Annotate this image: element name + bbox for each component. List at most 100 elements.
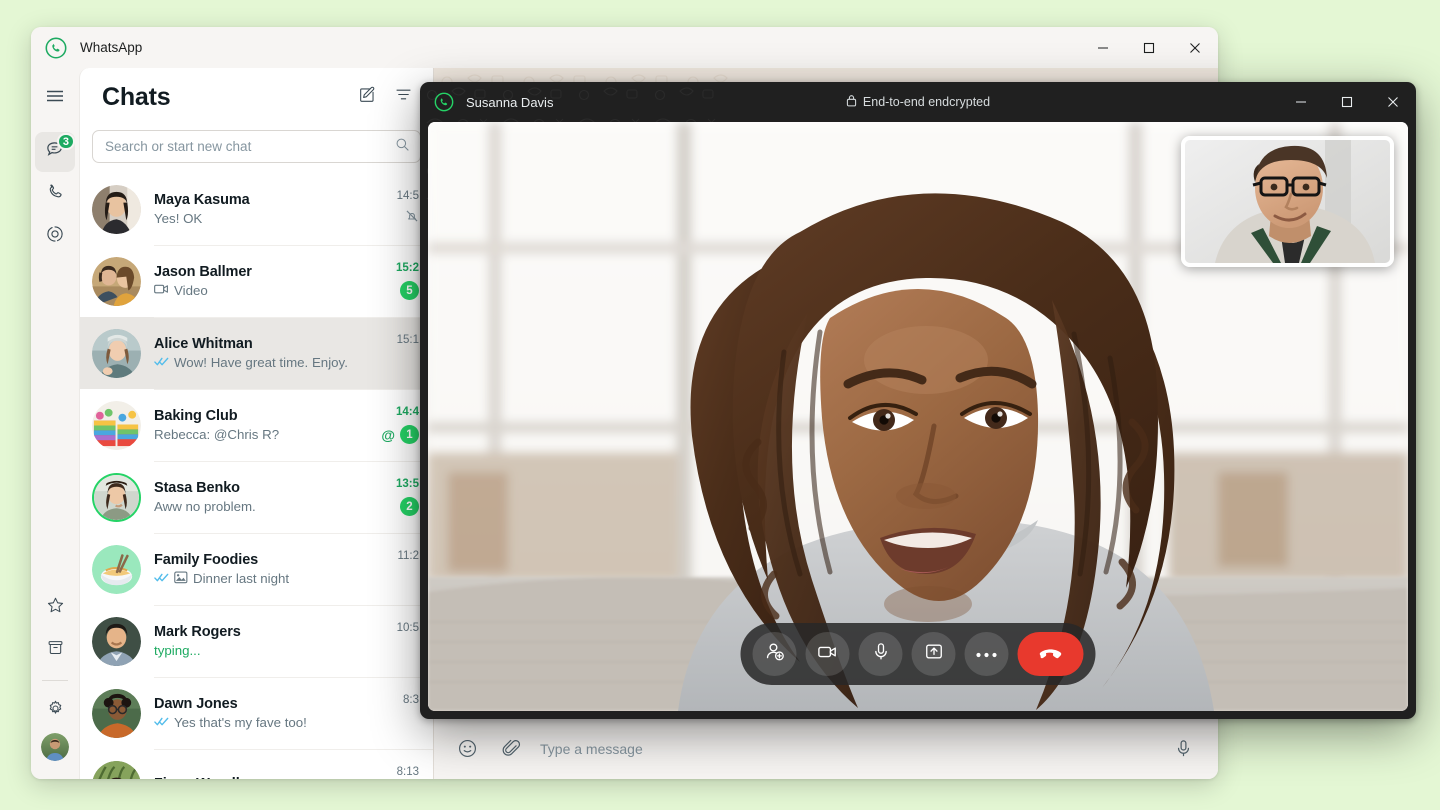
chat-list-item[interactable]: Ziggy Woodley 8:13 [80, 749, 433, 779]
avatar [92, 688, 141, 738]
message-input[interactable] [540, 740, 1154, 757]
star-icon [46, 596, 65, 620]
unread-count-badge: 5 [400, 281, 419, 300]
whatsapp-logo-icon [45, 37, 67, 59]
rail-item-chats[interactable]: 3 [35, 132, 75, 172]
paperclip-attach-icon[interactable] [496, 734, 526, 764]
unread-count-badge: 1 [400, 425, 419, 444]
search-input[interactable] [105, 139, 395, 154]
screen: WhatsApp 3 Chats Search or start new cha… [0, 0, 1440, 810]
chat-list-item[interactable]: Mark Rogers typing... 10:5 [80, 605, 433, 677]
chat-item-indicators: 5 [400, 281, 419, 300]
chat-item-meta: 10:5 [379, 619, 419, 663]
row-separator [154, 605, 433, 606]
chat-item-snippet: Yes! OK [154, 211, 379, 226]
snippet-text: typing... [154, 643, 201, 658]
share-screen-button[interactable] [911, 632, 956, 676]
gear-icon [46, 699, 65, 723]
row-separator [154, 461, 433, 462]
rail-item-calls[interactable] [35, 174, 75, 214]
chat-item-name: Jason Ballmer [154, 264, 252, 280]
microphone-icon [870, 641, 891, 667]
chat-list-item[interactable]: Dawn Jones Yes that's my fave too! 8:3 [80, 677, 433, 749]
maximize-button[interactable] [1126, 27, 1172, 68]
avatar [92, 184, 141, 234]
read-receipt-double-check-icon [154, 571, 169, 586]
call-peer-name: Susanna Davis [466, 94, 554, 110]
chat-item-text: Jason Ballmer Video [154, 264, 379, 298]
avatar [92, 328, 141, 378]
status-circle-icon [45, 224, 65, 249]
chat-item-time: 8:3 [403, 694, 419, 706]
rail-item-settings[interactable] [35, 691, 75, 731]
image-icon [174, 571, 188, 587]
compose-new-chat-button[interactable] [349, 79, 385, 115]
chat-list-item[interactable]: Jason Ballmer Video 15:2 5 [80, 245, 433, 317]
remote-video-stage[interactable] [428, 122, 1408, 711]
chat-list-item[interactable]: Alice Whitman Wow! Have great time. Enjo… [80, 317, 433, 389]
profile-avatar[interactable] [41, 733, 69, 761]
snippet-text: Aww no problem. [154, 499, 256, 514]
chat-item-text: Maya Kasuma Yes! OK [154, 192, 379, 226]
search-box[interactable] [92, 130, 421, 163]
encryption-text: End-to-end endcrypted [862, 95, 991, 109]
call-minimize-button[interactable] [1278, 82, 1324, 122]
chat-item-name: Family Foodies [154, 551, 259, 568]
chat-item-time: 15:1 [396, 334, 419, 346]
chat-item-text: Stasa Benko Aww no problem. [154, 480, 379, 514]
row-separator [154, 245, 433, 246]
chat-item-text: Ziggy Woodley [154, 776, 379, 780]
row-separator [154, 533, 433, 534]
chat-item-snippet: Dinner last night [154, 571, 379, 587]
self-view-thumbnail[interactable] [1181, 136, 1394, 267]
avatar [92, 544, 141, 594]
main-window-title: WhatsApp [80, 40, 143, 55]
toggle-video-button[interactable] [805, 632, 850, 676]
call-close-button[interactable] [1370, 82, 1416, 122]
call-controls-bar [740, 623, 1096, 685]
row-separator [154, 749, 433, 750]
chat-item-meta: 11:2 [379, 547, 419, 591]
chat-list[interactable]: Maya Kasuma Yes! OK 14:5 Jason Ballmer V… [80, 173, 433, 779]
emoji-smiley-icon[interactable] [452, 734, 482, 764]
chat-list-item[interactable]: Family Foodies Dinner last night 11:2 [80, 533, 433, 605]
chat-item-snippet: Yes that's my fave too! [154, 715, 379, 730]
rail-divider [42, 680, 68, 681]
call-maximize-button[interactable] [1324, 82, 1370, 122]
chat-item-indicators: 2 [400, 497, 419, 516]
phone-icon [45, 182, 65, 207]
more-options-button[interactable] [964, 632, 1009, 676]
chat-item-name: Maya Kasuma [154, 192, 250, 208]
chat-item-meta: 14:4 @1 [379, 403, 419, 447]
chat-item-text: Alice Whitman Wow! Have great time. Enjo… [154, 336, 379, 370]
filter-icon [394, 85, 413, 109]
snippet-text: Video [174, 283, 208, 298]
lock-icon [846, 94, 857, 110]
close-button[interactable] [1172, 27, 1218, 68]
hamburger-menu-button[interactable] [35, 78, 75, 118]
search-icon [395, 137, 410, 157]
snippet-text: Yes! OK [154, 211, 203, 226]
microphone-icon[interactable] [1168, 734, 1198, 764]
chat-item-time: 10:5 [396, 622, 419, 634]
minimize-button[interactable] [1080, 27, 1126, 68]
main-window-titlebar: WhatsApp [31, 27, 1218, 68]
rail-item-starred[interactable] [35, 588, 75, 628]
whatsapp-logo-icon [434, 92, 454, 112]
add-participant-button[interactable] [752, 632, 797, 676]
snippet-text: Rebecca: @Chris R? [154, 427, 280, 442]
filter-button[interactable] [385, 79, 421, 115]
chat-list-item[interactable]: Maya Kasuma Yes! OK 14:5 [80, 173, 433, 245]
main-window-controls [1080, 27, 1218, 68]
chat-item-meta: 8:13 [379, 763, 419, 779]
mention-icon: @ [381, 426, 395, 443]
toggle-mic-button[interactable] [858, 632, 903, 676]
rail-item-status[interactable] [35, 216, 75, 256]
chat-item-name: Dawn Jones [154, 696, 238, 712]
chat-item-text: Dawn Jones Yes that's my fave too! [154, 696, 379, 730]
chat-item-snippet: Aww no problem. [154, 499, 379, 514]
chat-list-item[interactable]: Stasa Benko Aww no problem. 13:5 2 [80, 461, 433, 533]
chat-list-item[interactable]: Baking Club Rebecca: @Chris R? 14:4 @1 [80, 389, 433, 461]
end-call-button[interactable] [1017, 632, 1084, 676]
rail-item-archived[interactable] [35, 630, 75, 670]
